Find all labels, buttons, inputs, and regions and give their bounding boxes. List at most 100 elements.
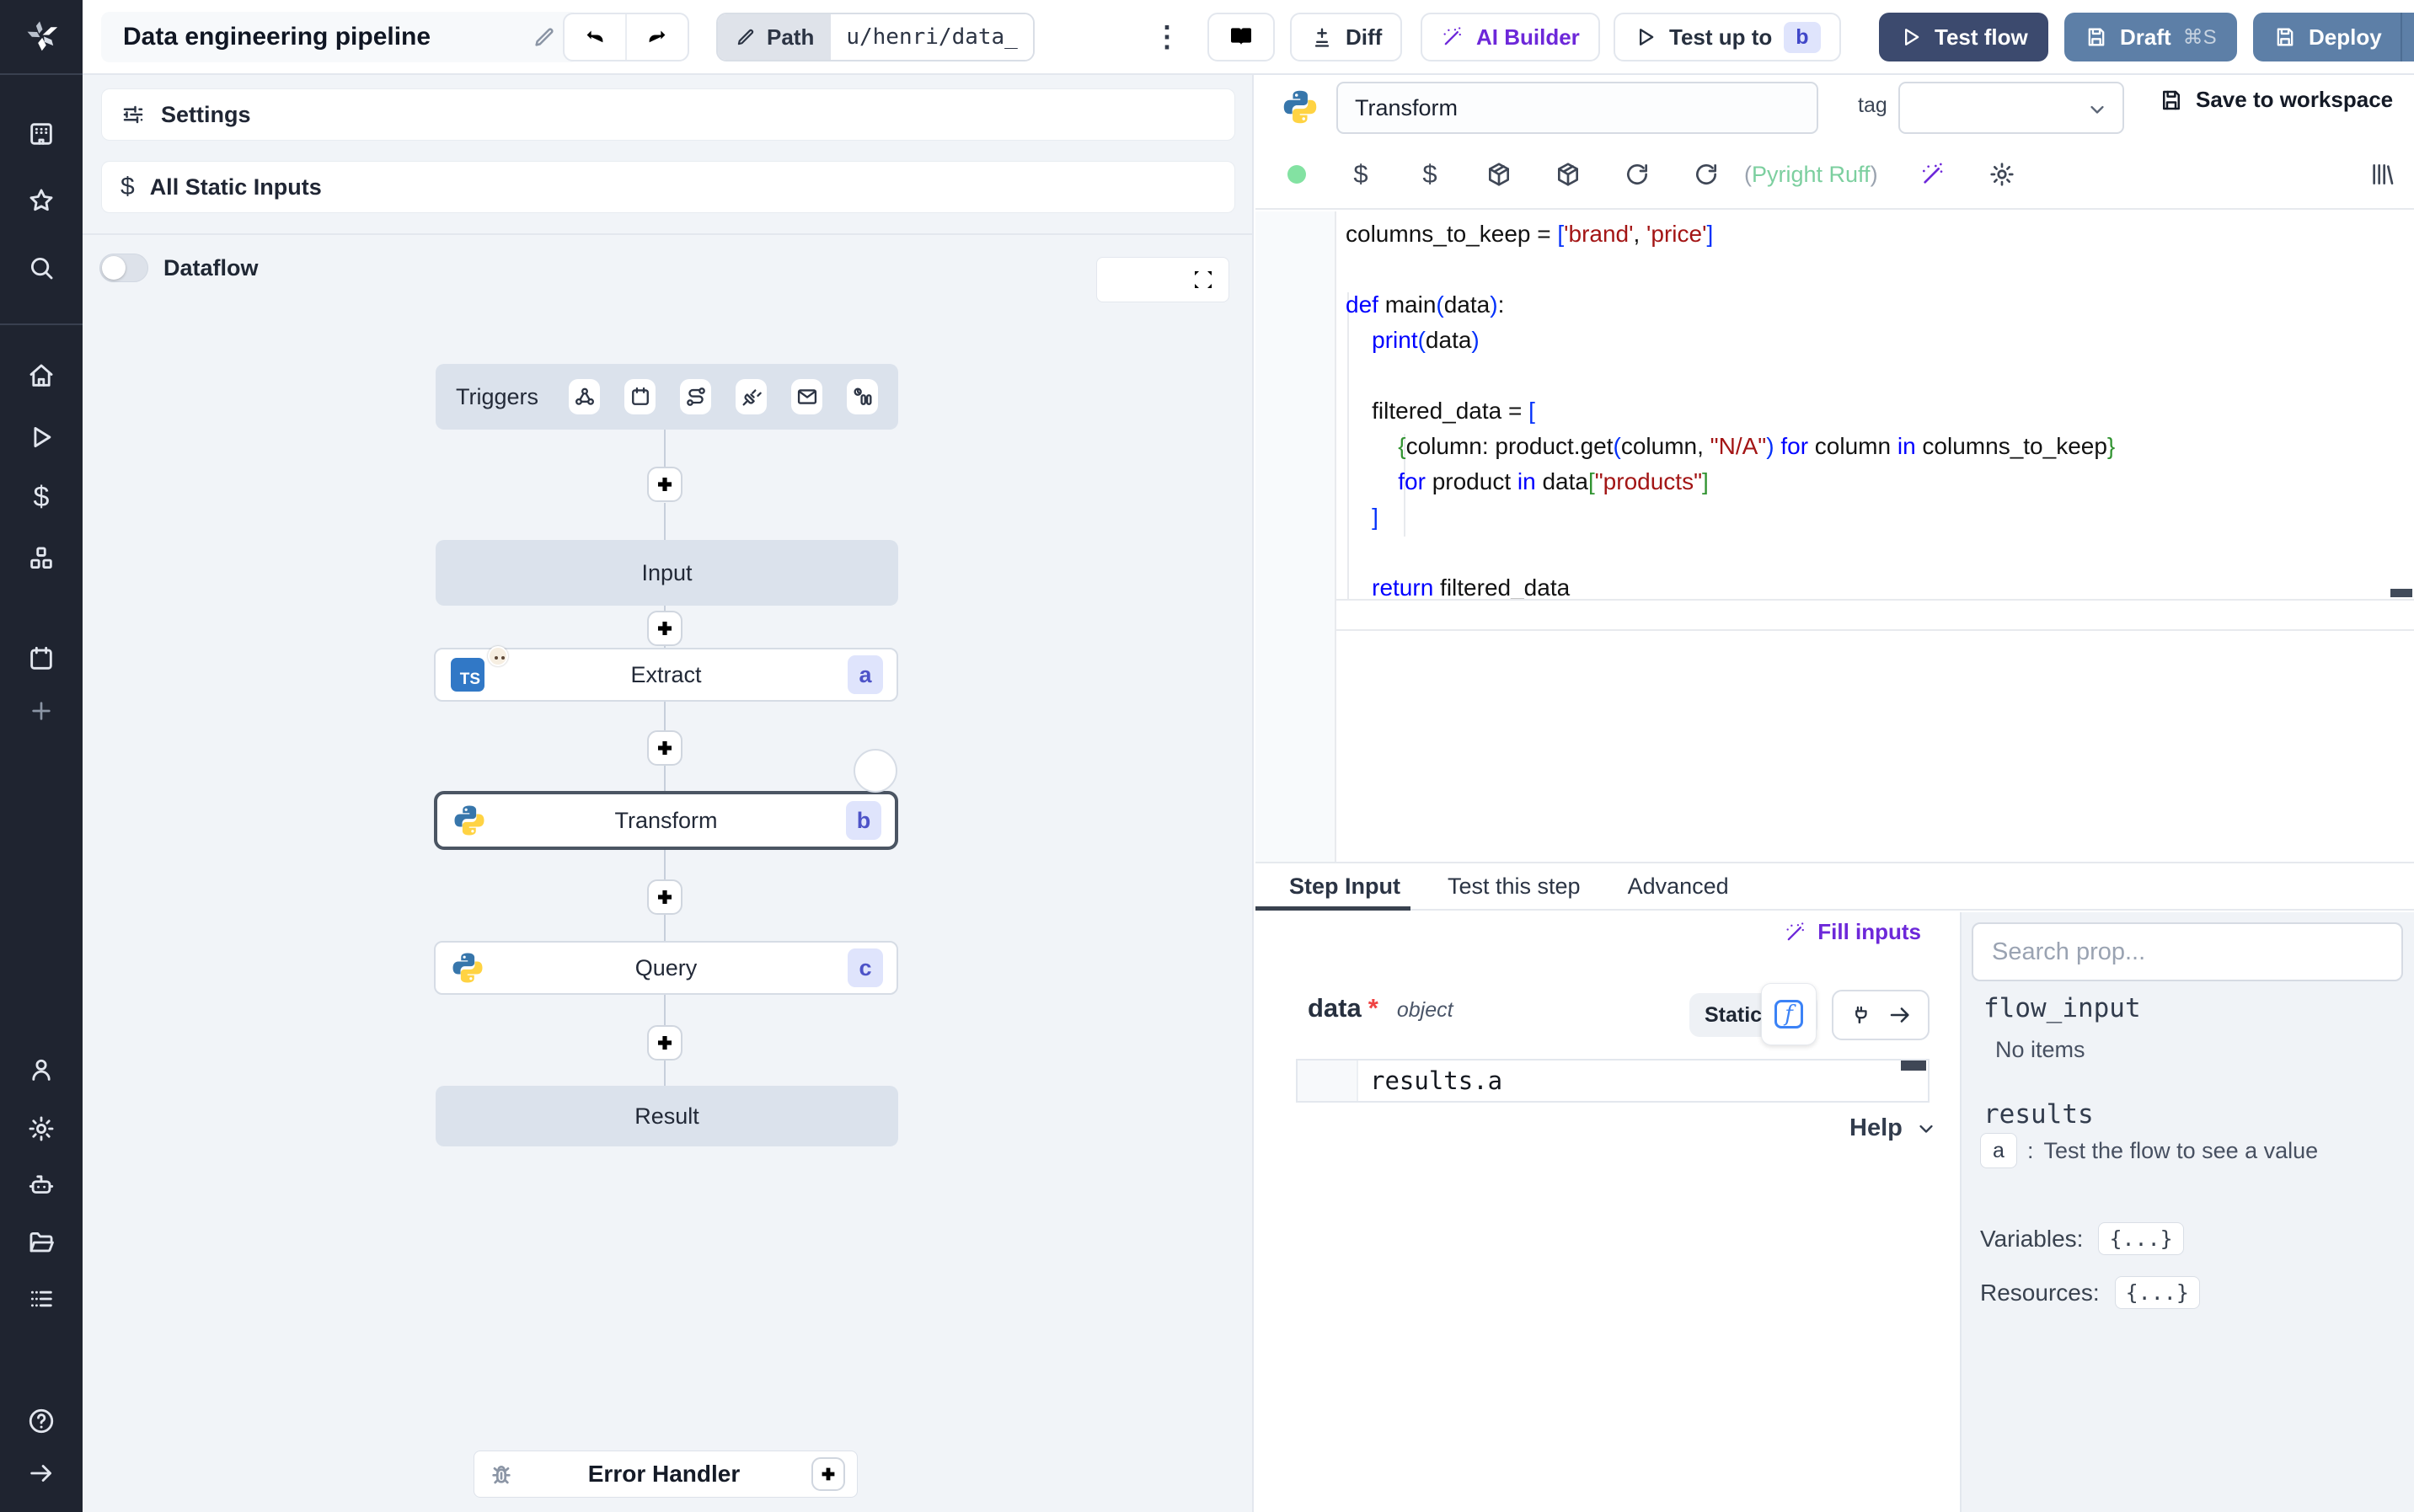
package-icon[interactable]	[1485, 160, 1513, 189]
poll-watch-trigger-icon[interactable]	[847, 379, 879, 414]
ai-wand-icon[interactable]	[1919, 160, 1947, 189]
fill-inputs-button[interactable]: Fill inputs	[1784, 919, 1921, 945]
all-static-inputs-button[interactable]: $ All Static Inputs	[101, 161, 1235, 213]
zoom-out-button[interactable]	[1143, 261, 1183, 298]
play-outline-icon	[1634, 25, 1657, 49]
favorites-star-icon[interactable]	[26, 185, 56, 216]
input-node[interactable]: Input	[436, 540, 898, 606]
step-name-input[interactable]: Transform	[1336, 82, 1818, 134]
tab-advanced[interactable]: Advanced	[1628, 863, 1729, 909]
edit-title-pencil-icon[interactable]	[532, 24, 557, 50]
javascript-expression-toggle[interactable]: f	[1761, 983, 1817, 1045]
webhook-trigger-icon[interactable]	[569, 379, 601, 414]
search-icon[interactable]	[26, 253, 56, 283]
ai-builder-label: AI Builder	[1476, 24, 1580, 50]
user-icon[interactable]	[26, 1055, 56, 1085]
deploy-button[interactable]: Deploy	[2253, 13, 2414, 61]
redo-button[interactable]	[627, 14, 688, 60]
expand-sidebar-arrow-icon[interactable]	[26, 1458, 56, 1488]
add-plus-icon[interactable]	[26, 696, 56, 726]
tab-test-this-step[interactable]: Test this step	[1448, 863, 1581, 909]
audit-list-icon[interactable]	[26, 1284, 56, 1314]
docs-book-button[interactable]	[1207, 13, 1275, 61]
python-logo-icon	[1282, 88, 1319, 126]
sliders-icon	[120, 102, 146, 127]
schedule-trigger-icon[interactable]	[624, 379, 656, 414]
add-step-button[interactable]	[647, 467, 682, 502]
remove-step-close-icon[interactable]	[854, 749, 897, 793]
expression-value[interactable]: results.a	[1358, 1061, 1928, 1101]
static-inputs-dollar-icon[interactable]: $	[1346, 159, 1375, 189]
add-step-button[interactable]	[647, 1025, 682, 1061]
schedules-calendar-icon[interactable]	[26, 644, 56, 674]
query-step-badge: c	[848, 948, 883, 987]
tag-select[interactable]	[1898, 82, 2124, 134]
chevron-down-icon	[2085, 98, 2109, 121]
save-to-workspace-button[interactable]: Save to workspace	[2159, 87, 2393, 113]
test-flow-button[interactable]: Test flow	[1879, 13, 2048, 61]
websocket-plug-trigger-icon[interactable]	[736, 379, 768, 414]
email-trigger-icon[interactable]	[791, 379, 823, 414]
save-draft-button[interactable]: Draft ⌘S	[2064, 13, 2237, 61]
prop-results[interactable]: results	[1983, 1099, 2094, 1130]
result-entry-row[interactable]: a : Test the flow to see a value	[1980, 1133, 2318, 1168]
result-key-chip[interactable]: a	[1980, 1133, 2017, 1168]
tab-step-input[interactable]: Step Input	[1255, 863, 1410, 911]
extract-node-label: Extract	[630, 661, 702, 687]
expression-input[interactable]: results.a	[1296, 1059, 1930, 1103]
workers-robot-icon[interactable]	[26, 1170, 56, 1200]
sidebar-divider	[0, 73, 83, 75]
add-step-button[interactable]	[647, 611, 682, 646]
route-trigger-icon[interactable]	[680, 379, 712, 414]
error-handler-node[interactable]: Error Handler	[474, 1451, 858, 1498]
add-step-button[interactable]	[647, 730, 682, 766]
package-icon[interactable]	[1554, 160, 1582, 189]
prop-flow-input[interactable]: flow_input	[1983, 993, 2141, 1023]
variables-dollar-icon[interactable]: $	[26, 481, 56, 513]
resources-chip[interactable]: {...}	[2114, 1276, 2200, 1309]
reload-icon[interactable]	[1692, 160, 1721, 189]
search-prop-input[interactable]: Search prop...	[1972, 922, 2403, 981]
resources-cubes-icon[interactable]	[26, 543, 56, 574]
save-icon	[2159, 88, 2184, 113]
status-dot	[1287, 165, 1306, 184]
home-icon[interactable]	[26, 361, 56, 391]
editor-scrollbar-thumb[interactable]	[2390, 589, 2412, 597]
editor-toolbar: $ $ (Pyright Ruff)	[1255, 141, 2414, 210]
more-options-kebab-icon[interactable]: ⋮	[1153, 19, 1181, 56]
ai-builder-button[interactable]: AI Builder	[1421, 13, 1600, 61]
settings-gear-icon[interactable]	[26, 1114, 56, 1144]
fit-view-button[interactable]	[1183, 261, 1223, 298]
triggers-node[interactable]: Triggers	[436, 364, 898, 430]
diff-button[interactable]: Diff	[1290, 13, 1403, 61]
lint-status: (Pyright Ruff)	[1744, 161, 1878, 187]
help-dropdown[interactable]: Help	[1849, 1114, 1938, 1142]
workspace-icon[interactable]	[26, 119, 56, 149]
connect-input-button[interactable]	[1832, 990, 1930, 1040]
query-step-node[interactable]: Query c	[434, 941, 898, 995]
library-icon[interactable]	[2369, 161, 2395, 188]
editor-settings-gear-icon[interactable]	[1988, 160, 2016, 189]
extract-step-node[interactable]: TS Extract a	[434, 646, 898, 702]
zoom-in-button[interactable]	[1102, 261, 1143, 298]
code-content[interactable]: columns_to_keep = ['brand', 'price'] def…	[1346, 216, 2115, 599]
test-up-to-button[interactable]: Test up to b	[1614, 13, 1841, 61]
undo-button[interactable]	[565, 14, 625, 60]
path-value[interactable]: u/henri/data_	[831, 14, 1033, 60]
flow-settings-button[interactable]: Settings	[101, 88, 1235, 141]
transform-step-node-selected[interactable]: Transform b	[434, 791, 898, 850]
reload-icon[interactable]	[1623, 160, 1651, 189]
result-node[interactable]: Result	[436, 1086, 898, 1146]
add-error-handler-button[interactable]	[811, 1457, 845, 1491]
help-icon[interactable]	[26, 1406, 56, 1436]
runs-play-icon[interactable]	[26, 422, 56, 452]
add-step-button[interactable]	[647, 879, 682, 915]
dataflow-toggle[interactable]	[99, 254, 148, 282]
code-editor[interactable]: columns_to_keep = ['brand', 'price'] def…	[1255, 211, 2414, 599]
argument-row: data * object	[1308, 993, 1453, 1023]
variables-chip[interactable]: {...}	[2098, 1222, 2184, 1255]
path-pill[interactable]: Path u/henri/data_	[716, 13, 1035, 61]
step-inputs-dollar-icon[interactable]: $	[1416, 159, 1444, 189]
folders-icon[interactable]	[26, 1227, 56, 1258]
windmill-logo-icon[interactable]	[22, 17, 61, 56]
